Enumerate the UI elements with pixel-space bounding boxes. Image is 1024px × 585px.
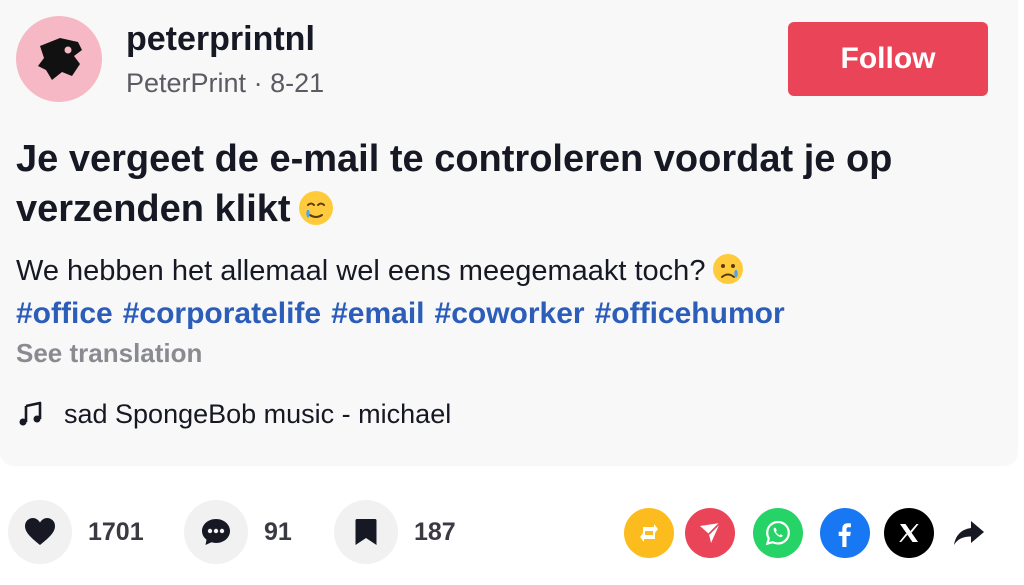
hashtag-link[interactable]: #office <box>16 297 113 330</box>
save-count: 187 <box>414 517 456 546</box>
repost-icon <box>640 524 658 542</box>
post-title: Je vergeet de e-mail te controleren voor… <box>16 134 996 240</box>
hashtag-link[interactable]: #coworker <box>435 297 585 330</box>
save-button[interactable]: 187 <box>334 500 456 564</box>
x-icon <box>899 524 919 542</box>
comment-button[interactable]: 91 <box>184 500 292 564</box>
subline-separator: · <box>246 68 271 98</box>
like-button[interactable]: 1701 <box>8 500 144 564</box>
heart-icon <box>25 518 55 545</box>
comment-circle <box>184 500 248 564</box>
share-arrow-icon <box>954 521 984 545</box>
send-button[interactable] <box>685 508 735 558</box>
author-nickname[interactable]: PeterPrint <box>126 68 246 98</box>
face-holding-back-tears-icon <box>297 189 335 240</box>
post-card: peterprintnl PeterPrint · 8-21 Follow Je… <box>0 0 1018 466</box>
crying-face-icon <box>711 252 745 299</box>
save-circle <box>334 500 398 564</box>
avatar[interactable] <box>16 16 102 102</box>
post-date: 8-21 <box>270 68 325 98</box>
hashtag-link[interactable]: #officehumor <box>595 297 785 330</box>
send-icon <box>700 522 721 543</box>
facebook-icon <box>838 523 851 547</box>
comment-count: 91 <box>264 517 292 546</box>
follow-button[interactable]: Follow <box>788 22 988 96</box>
music-link[interactable]: sad SpongeBob music - michael <box>18 394 451 434</box>
see-translation-link[interactable]: See translation <box>16 338 202 369</box>
post-description: We hebben het allemaal wel eens meegemaa… <box>16 249 1006 299</box>
action-bar: 1701 91 187 <box>0 492 1024 576</box>
repost-button[interactable] <box>624 508 674 558</box>
hashtag-link[interactable]: #email <box>331 297 424 330</box>
music-note-icon <box>19 401 42 426</box>
facebook-button[interactable] <box>820 508 870 558</box>
post-description-text: We hebben het allemaal wel eens meegemaa… <box>16 255 706 287</box>
bookmark-icon <box>355 519 377 545</box>
author-subline: PeterPrint · 8-21 <box>126 68 324 99</box>
like-count: 1701 <box>88 517 144 546</box>
avatar-logo <box>38 38 82 80</box>
more-share-button[interactable] <box>944 508 994 558</box>
author-username[interactable]: peterprintnl <box>126 20 315 59</box>
music-label: sad SpongeBob music - michael <box>64 398 452 429</box>
post-title-text: Je vergeet de e-mail te controleren voor… <box>16 138 893 230</box>
x-button[interactable] <box>884 508 934 558</box>
comment-icon <box>202 519 230 545</box>
whatsapp-button[interactable] <box>753 508 803 558</box>
whatsapp-icon <box>765 520 790 546</box>
like-circle <box>8 500 72 564</box>
hashtag-link[interactable]: #corporatelife <box>123 297 321 330</box>
hashtag-list: #office #corporatelife #email #coworker #off… <box>16 294 795 334</box>
